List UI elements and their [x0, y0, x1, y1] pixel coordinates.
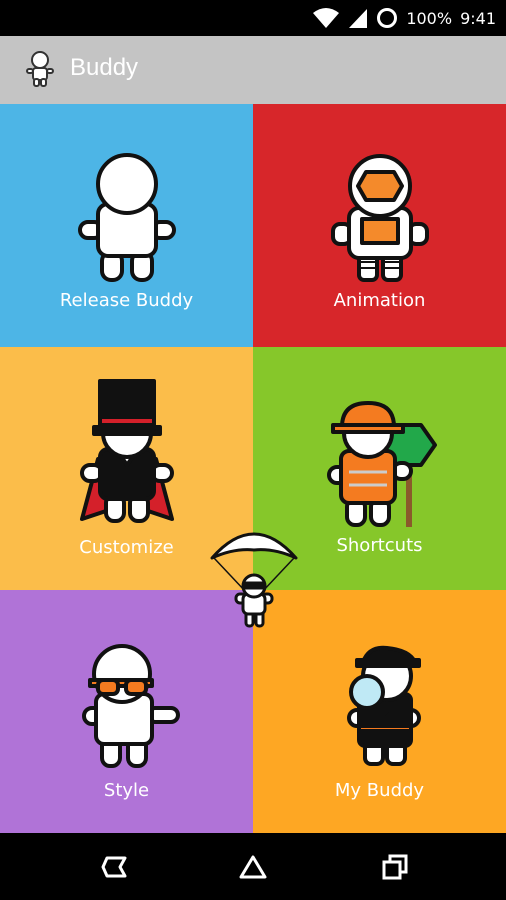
battery-icon: [377, 8, 398, 28]
back-button[interactable]: [95, 847, 135, 887]
tile-release-buddy[interactable]: Release Buddy: [0, 104, 253, 347]
wifi-icon: [313, 8, 340, 28]
status-icons: 100% 9:41: [312, 0, 496, 36]
app-bar: Buddy: [0, 36, 506, 104]
tile-label: Animation: [333, 290, 426, 311]
clock: 9:41: [460, 8, 496, 28]
buddy-icon[interactable]: [24, 50, 56, 88]
recents-button[interactable]: [375, 847, 415, 887]
menu-grid: Release Buddy Animation Customize Shortc…: [0, 104, 506, 833]
home-icon: [239, 855, 267, 879]
tile-label: Release Buddy: [59, 290, 194, 311]
battery-percent: 100%: [406, 8, 453, 28]
parachute-buddy-icon[interactable]: [208, 520, 300, 635]
status-bar: 100% 9:41: [0, 0, 506, 36]
home-button[interactable]: [233, 847, 273, 887]
app-title: Buddy: [70, 54, 139, 81]
back-icon: [101, 856, 127, 878]
tile-label: My Buddy: [334, 780, 425, 801]
recents-icon: [382, 854, 408, 880]
cell-signal-icon: [349, 9, 368, 28]
tile-label: Style: [103, 780, 150, 801]
navigation-bar: [0, 833, 506, 900]
tile-animation[interactable]: Animation: [253, 104, 506, 347]
